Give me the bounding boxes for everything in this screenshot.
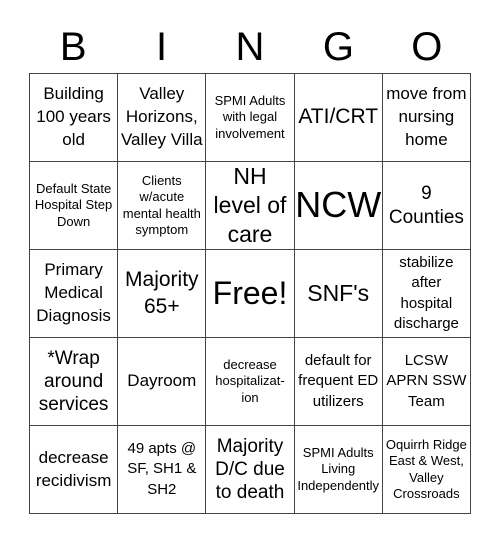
bingo-header: B I N G O xyxy=(29,22,471,72)
bingo-cell[interactable]: Building 100 years old xyxy=(30,74,119,162)
bingo-cell[interactable]: Clients w/acute mental health symptom xyxy=(118,162,207,250)
bingo-cell[interactable]: 49 apts @ SF, SH1 & SH2 xyxy=(118,426,207,514)
free-space[interactable]: Free! xyxy=(206,250,295,338)
bingo-cell[interactable]: 9 Counties xyxy=(382,162,471,250)
bingo-cell[interactable]: default for frequent ED utilizers xyxy=(294,338,383,426)
bingo-cell[interactable]: Valley Horizons, Valley Villa xyxy=(118,74,207,162)
bingo-cell[interactable]: Majority D/C due to death xyxy=(206,426,295,514)
header-letter-i: I xyxy=(156,25,168,69)
bingo-cell[interactable]: *Wrap around services xyxy=(30,338,119,426)
bingo-cell[interactable]: SPMI Adults with legal involvement xyxy=(206,74,295,162)
bingo-cell[interactable]: Default State Hospital Step Down xyxy=(30,162,119,250)
bingo-cell[interactable]: move from nursing home xyxy=(382,74,471,162)
header-letter-b: B xyxy=(59,25,87,69)
bingo-cell[interactable]: LCSW APRN SSW Team xyxy=(382,338,471,426)
bingo-cell[interactable]: SNF's xyxy=(294,250,383,338)
bingo-cell[interactable]: Oquirrh Ridge East & West, Valley Crossr… xyxy=(382,426,471,514)
bingo-cell[interactable]: decrease recidivism xyxy=(30,426,119,514)
bingo-cell[interactable]: Dayroom xyxy=(118,338,207,426)
header-letter-n: N xyxy=(235,25,265,69)
bingo-cell[interactable]: NCW xyxy=(294,162,383,250)
bingo-cell[interactable]: Majority 65+ xyxy=(118,250,207,338)
bingo-cell[interactable]: SPMI Adults Living Independently xyxy=(294,426,383,514)
bingo-cell[interactable]: stabilize after hospital discharge xyxy=(382,250,471,338)
bingo-grid: Building 100 years old Valley Horizons, … xyxy=(29,73,471,514)
header-letter-g: G xyxy=(322,25,354,69)
bingo-cell[interactable]: Primary Medical Diagnosis xyxy=(30,250,119,338)
bingo-cell[interactable]: NH level of care xyxy=(206,162,295,250)
header-letter-o: O xyxy=(411,25,443,69)
bingo-cell[interactable]: decrease hospitalizat-ion xyxy=(206,338,295,426)
bingo-cell[interactable]: ATI/CRT xyxy=(294,74,383,162)
